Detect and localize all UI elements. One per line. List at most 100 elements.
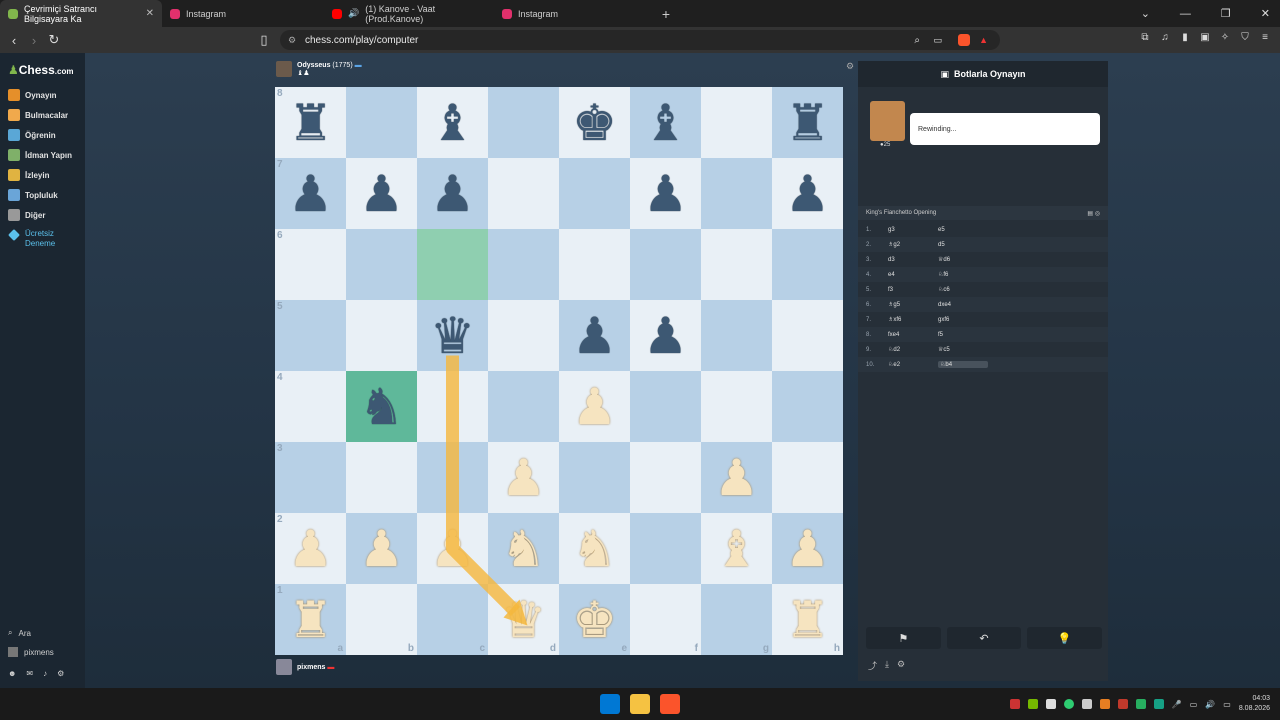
square-a2[interactable]: 2 ♟ [275, 513, 346, 584]
resign-button[interactable]: ⚑ [866, 627, 941, 649]
square-g5[interactable] [701, 300, 772, 371]
white-move[interactable]: f3 [888, 287, 938, 293]
black-move[interactable]: d5 [938, 242, 988, 248]
hint-button[interactable]: 💡 [1027, 627, 1103, 649]
back-icon[interactable]: ‹ [4, 33, 24, 48]
white-pawn-icon[interactable]: ♟ [430, 524, 475, 574]
tray-app-icon[interactable] [1063, 699, 1074, 709]
vpn-icon[interactable]: ⛉ [1238, 30, 1252, 44]
square-c1[interactable]: c [417, 584, 488, 655]
file-explorer-icon[interactable] [630, 694, 650, 714]
black-rook-icon[interactable]: ♜ [785, 98, 830, 148]
square-e3[interactable] [559, 442, 630, 513]
square-a8[interactable]: 8 ♜ [275, 87, 346, 158]
white-move[interactable]: ♗g2 [888, 241, 938, 248]
square-g4[interactable] [701, 371, 772, 442]
square-h3[interactable] [772, 442, 843, 513]
sidebar-item-watch[interactable]: İzleyin [8, 169, 49, 181]
white-pawn-icon[interactable]: ♟ [288, 524, 333, 574]
square-a5[interactable]: 5 [275, 300, 346, 371]
white-bishop-icon[interactable]: ♝ [714, 524, 759, 574]
sidebar-item-learn[interactable]: Öğrenin [8, 129, 56, 141]
board-settings-icon[interactable]: ⚙ [846, 61, 854, 72]
black-pawn-icon[interactable]: ♟ [643, 311, 688, 361]
square-g7[interactable] [701, 158, 772, 229]
black-queen-icon[interactable]: ♛ [430, 311, 475, 361]
black-pawn-icon[interactable]: ♟ [359, 169, 404, 219]
square-b1[interactable]: b [346, 584, 417, 655]
black-bishop-icon[interactable]: ♝ [643, 98, 688, 148]
tab-chess[interactable]: Çevrimiçi Satrancı Bilgisayara Ka ✕ [0, 0, 162, 27]
black-move[interactable]: f5 [938, 332, 988, 338]
square-f5[interactable]: ♟ [630, 300, 701, 371]
music-icon[interactable]: ♫ [1158, 30, 1172, 44]
sidebar-item-community[interactable]: Topluluk [8, 189, 58, 201]
square-e6[interactable] [559, 229, 630, 300]
white-move[interactable]: ♗g5 [888, 301, 938, 308]
square-b4[interactable]: ♞ [346, 371, 417, 442]
square-d2[interactable]: ♞ [488, 513, 559, 584]
white-pawn-icon[interactable]: ♟ [572, 382, 617, 432]
black-move[interactable]: gxf6 [938, 317, 988, 323]
black-pawn-icon[interactable]: ♟ [785, 169, 830, 219]
black-knight-icon[interactable]: ♞ [359, 382, 404, 432]
white-move[interactable]: g3 [888, 227, 938, 233]
tray-app-icon[interactable] [1009, 699, 1020, 709]
black-pawn-icon[interactable]: ♟ [643, 169, 688, 219]
tab-search-icon[interactable]: ⌄ [1141, 7, 1150, 20]
tray-app-icon[interactable] [1099, 699, 1110, 709]
square-h1[interactable]: h ♜ [772, 584, 843, 655]
white-move[interactable]: ♘d2 [888, 346, 938, 353]
mail-icon[interactable]: ✉ [26, 669, 33, 678]
square-d6[interactable] [488, 229, 559, 300]
cast-icon[interactable]: ▭ [933, 35, 942, 46]
battery-icon[interactable]: ▭ [1223, 700, 1231, 709]
square-d7[interactable] [488, 158, 559, 229]
square-b3[interactable] [346, 442, 417, 513]
square-d8[interactable] [488, 87, 559, 158]
square-h4[interactable] [772, 371, 843, 442]
white-move[interactable]: fxe4 [888, 332, 938, 338]
square-b2[interactable]: ♟ [346, 513, 417, 584]
black-move[interactable]: ♘f6 [938, 271, 988, 278]
white-knight-icon[interactable]: ♞ [501, 524, 546, 574]
clock[interactable]: 04:03 8.08.2026 [1239, 694, 1270, 714]
download-icon[interactable]: ⤓ [885, 659, 889, 672]
tab-instagram-1[interactable]: Instagram [162, 0, 324, 27]
tab-youtube[interactable]: 🔊 (1) Kanove - Vaat (Prod.Kanove) [324, 0, 494, 27]
sidebar-toggle-icon[interactable]: ▮ [1178, 30, 1192, 44]
sidebar-item-puzzles[interactable]: Bulmacalar [8, 109, 68, 121]
square-c6[interactable] [417, 229, 488, 300]
square-f1[interactable]: f [630, 584, 701, 655]
brave-browser-icon[interactable] [660, 694, 680, 714]
square-d1[interactable]: d ♛ [488, 584, 559, 655]
square-g6[interactable] [701, 229, 772, 300]
white-knight-icon[interactable]: ♞ [572, 524, 617, 574]
bookmark-icon[interactable]: ▯ [254, 32, 274, 48]
square-h2[interactable]: ♟ [772, 513, 843, 584]
settings-icon[interactable]: ⚙ [897, 659, 905, 672]
square-a1[interactable]: 1 a ♜ [275, 584, 346, 655]
black-bishop-icon[interactable]: ♝ [430, 98, 475, 148]
opponent-name[interactable]: Odysseus [297, 62, 330, 69]
square-g1[interactable]: g [701, 584, 772, 655]
square-h5[interactable] [772, 300, 843, 371]
square-h7[interactable]: ♟ [772, 158, 843, 229]
white-pawn-icon[interactable]: ♟ [501, 453, 546, 503]
white-rook-icon[interactable]: ♜ [288, 595, 333, 645]
tray-app-icon[interactable] [1153, 699, 1164, 709]
square-d3[interactable]: ♟ [488, 442, 559, 513]
square-g8[interactable] [701, 87, 772, 158]
black-pawn-icon[interactable]: ♟ [572, 311, 617, 361]
white-pawn-icon[interactable]: ♟ [714, 453, 759, 503]
tray-app-icon[interactable] [1135, 699, 1146, 709]
black-move[interactable]: ♘c6 [938, 286, 988, 293]
url-bar[interactable]: ⚙ chess.com/play/computer ⌕ ▭ ▲ [280, 30, 1000, 50]
square-h8[interactable]: ♜ [772, 87, 843, 158]
white-rook-icon[interactable]: ♜ [785, 595, 830, 645]
square-e8[interactable]: ♚ [559, 87, 630, 158]
settings-icon[interactable]: ⚙ [57, 669, 64, 678]
white-pawn-icon[interactable]: ♟ [785, 524, 830, 574]
friends-icon[interactable]: ☻ [8, 669, 16, 678]
square-f6[interactable] [630, 229, 701, 300]
